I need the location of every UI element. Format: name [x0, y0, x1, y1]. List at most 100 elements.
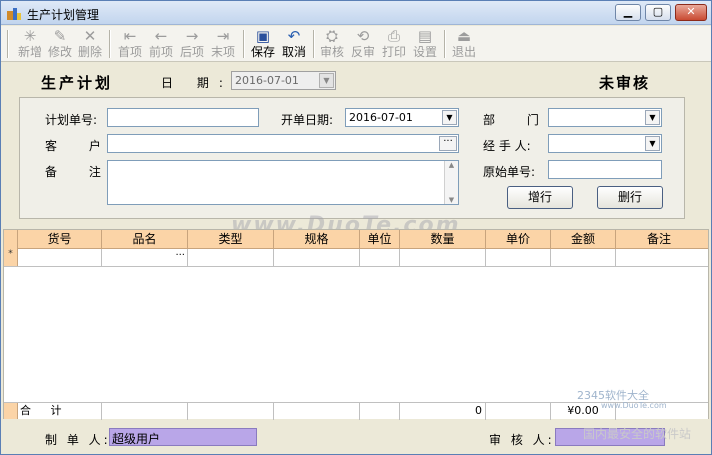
maker-label: 制 单 人:: [45, 433, 111, 447]
customer-input[interactable]: ···: [107, 134, 459, 153]
date-label: 日 期:: [161, 76, 233, 90]
chevron-down-icon[interactable]: ▼: [645, 136, 660, 151]
window-title: 生产计划管理: [27, 8, 100, 22]
add-row-button[interactable]: 增行: [507, 186, 573, 209]
prev-button[interactable]: ← 前项: [146, 27, 176, 61]
more-icon[interactable]: ···: [439, 136, 457, 151]
first-icon: ⇤: [123, 27, 137, 45]
exit-button[interactable]: ⏏ 退出: [449, 27, 479, 61]
unaudit-button[interactable]: ⟲ 反审: [348, 27, 378, 61]
total-qty: 0: [400, 403, 486, 420]
last-button[interactable]: ⇥ 末项: [208, 27, 238, 61]
chevron-down-icon[interactable]: ▼: [442, 110, 457, 125]
new-row-marker: *: [4, 249, 18, 266]
col-header[interactable]: 类型: [188, 230, 274, 249]
grid-cell[interactable]: [616, 249, 702, 267]
orig-no-input[interactable]: [548, 160, 662, 179]
add-icon: ✳: [23, 27, 37, 45]
col-header[interactable]: 货号: [18, 230, 102, 249]
more-icon[interactable]: ···: [175, 250, 185, 261]
toolbar: ✳ 新增 ✎ 修改 ✕ 删除 ⇤ 首项 ← 前项 → 后项 ⇥ 末项 ▣ 保存 …: [1, 26, 711, 62]
close-button[interactable]: ✕: [675, 4, 707, 21]
app-window: 生产计划管理 ▁ ▢ ✕ ✳ 新增 ✎ 修改 ✕ 删除 ⇤ 首项 ← 前项 → …: [0, 0, 712, 455]
grid-header: 货号 品名 类型 规格 单位 数量 单价 金额 备注: [4, 230, 708, 249]
handler-select[interactable]: ▼: [548, 134, 662, 153]
toolbar-separator: [7, 30, 9, 58]
col-header[interactable]: 规格: [274, 230, 360, 249]
grid-cell[interactable]: [551, 249, 616, 267]
page-title: 生产计划: [41, 74, 114, 92]
maximize-button[interactable]: ▢: [645, 4, 671, 21]
col-header[interactable]: 备注: [616, 230, 702, 249]
date-picker[interactable]: 2016-07-01 ▼: [231, 71, 336, 90]
grid-cell[interactable]: [18, 249, 102, 267]
delete-icon: ✕: [83, 27, 97, 45]
total-label: 合 计: [18, 403, 102, 420]
orig-no-label: 原始单号:: [483, 165, 536, 179]
print-button[interactable]: ⎙ 打印: [379, 27, 409, 61]
undo-icon: ↶: [287, 27, 301, 45]
brand-slogan-watermark: 国内最安全的软件站: [583, 427, 692, 441]
edit-icon: ✎: [53, 27, 67, 45]
scroll-down-icon[interactable]: ▼: [445, 196, 458, 204]
settings-button[interactable]: ▤ 设置: [410, 27, 440, 61]
total-cell: [188, 403, 274, 420]
delete-button[interactable]: ✕ 删除: [75, 27, 105, 61]
plan-no-label: 计划单号:: [45, 113, 98, 127]
table-row[interactable]: * ···: [4, 249, 708, 267]
open-date-value: 2016-07-01: [349, 111, 413, 124]
scroll-up-icon[interactable]: ▲: [445, 161, 458, 169]
title-bar: 生产计划管理 ▁ ▢ ✕: [1, 1, 711, 25]
grid-cell[interactable]: [400, 249, 486, 267]
grid-cell[interactable]: [486, 249, 551, 267]
open-date-label: 开单日期:: [281, 113, 334, 127]
grid-cell[interactable]: [360, 249, 400, 267]
maximize-icon: ▢: [652, 5, 664, 18]
col-header[interactable]: 单位: [360, 230, 400, 249]
col-header[interactable]: 单价: [486, 230, 551, 249]
app-icon: [7, 8, 21, 20]
audit-button[interactable]: ⛭ 审核: [317, 27, 347, 61]
close-icon: ✕: [686, 5, 696, 18]
open-date-picker[interactable]: 2016-07-01 ▼: [345, 108, 459, 127]
minimize-icon: ▁: [623, 5, 633, 18]
col-header[interactable]: 数量: [400, 230, 486, 249]
auditor-label: 审 核 人:: [489, 433, 555, 447]
col-header[interactable]: 品名: [102, 230, 188, 249]
handler-label: 经 手 人:: [483, 139, 531, 153]
total-cell: [360, 403, 400, 420]
brand-url-watermark: www.DuoTe.com: [601, 401, 667, 410]
total-row-marker: [4, 403, 18, 419]
chevron-down-icon[interactable]: ▼: [645, 110, 660, 125]
settings-icon: ▤: [417, 27, 433, 45]
minimize-button[interactable]: ▁: [615, 4, 641, 21]
col-header[interactable]: 金额: [551, 230, 616, 249]
save-button[interactable]: ▣ 保存: [248, 27, 278, 61]
chevron-down-icon[interactable]: ▼: [319, 73, 334, 88]
remark-textarea[interactable]: ▲ ▼: [107, 160, 459, 205]
maker-field: 超级用户: [109, 428, 257, 446]
cancel-button[interactable]: ↶ 取消: [279, 27, 309, 61]
status-badge: 未审核: [599, 74, 651, 92]
print-icon: ⎙: [387, 27, 400, 45]
total-cell: [274, 403, 360, 420]
grid-cell[interactable]: [274, 249, 360, 267]
first-button[interactable]: ⇤ 首项: [115, 27, 145, 61]
dept-select[interactable]: ▼: [548, 108, 662, 127]
save-icon: ▣: [255, 27, 271, 45]
scrollbar[interactable]: ▲ ▼: [444, 161, 458, 204]
grid-cell[interactable]: ···: [102, 249, 188, 267]
delete-row-button[interactable]: 删行: [597, 186, 663, 209]
total-cell: [102, 403, 188, 420]
date-value: 2016-07-01: [235, 74, 299, 87]
next-button[interactable]: → 后项: [177, 27, 207, 61]
total-cell: [486, 403, 551, 420]
grid-cell[interactable]: [188, 249, 274, 267]
last-icon: ⇥: [216, 27, 230, 45]
grid-corner: [4, 230, 18, 249]
unaudit-icon: ⟲: [356, 27, 370, 45]
next-icon: →: [185, 27, 199, 45]
exit-icon: ⏏: [456, 27, 472, 45]
plan-no-input[interactable]: [107, 108, 259, 127]
prev-icon: ←: [154, 27, 168, 45]
